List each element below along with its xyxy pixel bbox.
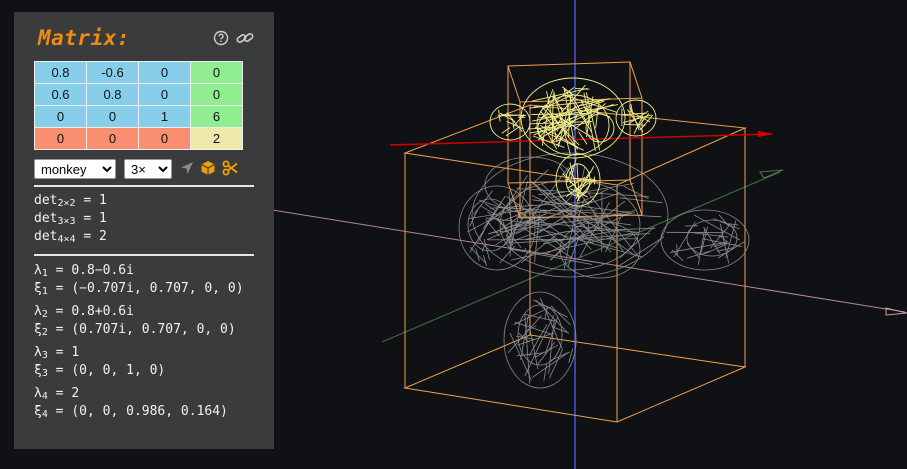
matrix-cell[interactable]: 0 <box>191 62 242 83</box>
mesh-edge <box>543 363 548 381</box>
matrix-cell[interactable]: 2 <box>191 128 242 149</box>
mesh-edge <box>482 255 488 266</box>
matrix-row: 0002 <box>35 128 242 149</box>
mesh-edge <box>516 188 650 197</box>
matrix-row: 0016 <box>35 106 242 127</box>
det-2x2-sub: 2×2 <box>57 198 76 209</box>
eigen-index: 4 <box>41 391 48 402</box>
eigenvector-2: ξ2 = (0.707i, 0.707, 0, 0) <box>34 322 236 338</box>
link-icon[interactable] <box>236 30 254 46</box>
eigen-index: 2 <box>41 327 48 338</box>
det-3x3-sub: 3×3 <box>57 216 76 227</box>
eigenvector-1-value: (−0.707i, 0.707, 0, 0) <box>71 281 244 296</box>
scissors-icon[interactable] <box>222 160 238 176</box>
matrix-cell[interactable]: 1 <box>139 106 190 127</box>
eigenvalue-3: λ3 = 1 <box>34 345 80 361</box>
matrix-cell[interactable]: 0 <box>139 128 190 149</box>
axis-x-arrow <box>758 131 774 137</box>
eigenvalue-4-value: 2 <box>71 386 80 401</box>
mesh-edge <box>568 348 574 363</box>
mesh-edge <box>532 87 588 102</box>
det-3x3: det3×3 = 1 <box>34 211 107 227</box>
help-icon[interactable] <box>213 30 229 46</box>
eigen-index: 1 <box>41 286 48 297</box>
eigenvalue-2: λ2 = 0.8+0.6i <box>34 304 134 320</box>
matrix-panel: Matrix: 0.8 -0.6 0 0 0.6 0.8 0 0 0 0 1 6 0 0 0 2 monkey… <box>14 12 274 449</box>
eigenvector-2-value: (0.707i, 0.707, 0, 0) <box>71 322 236 337</box>
matrix-cell[interactable]: 0.6 <box>35 84 86 105</box>
mesh-edge <box>619 197 663 204</box>
det-4x4-sub: 4×4 <box>57 234 76 245</box>
divider <box>34 254 254 256</box>
divider <box>34 185 254 187</box>
eigen-index: 2 <box>41 309 48 320</box>
mesh-edge <box>718 234 729 243</box>
matrix-cell[interactable]: 0 <box>35 106 86 127</box>
matrix-cell[interactable]: 0.8 <box>35 62 86 83</box>
matrix-table: 0.8 -0.6 0 0 0.6 0.8 0 0 0 0 1 6 0 0 0 2 <box>34 61 243 150</box>
eigenvector-3: ξ3 = (0, 0, 1, 0) <box>34 363 166 379</box>
scale-select[interactable]: 3× <box>124 159 172 179</box>
matrix-cell[interactable]: 0 <box>35 128 86 149</box>
matrix-row: 0.8 -0.6 0 0 <box>35 62 242 83</box>
mesh-edge <box>693 214 741 241</box>
mesh-edge <box>524 247 527 251</box>
matrix-cell[interactable]: 0 <box>87 128 138 149</box>
det-2x2-value: 1 <box>99 193 107 208</box>
axis-z-arrow <box>759 169 784 179</box>
mesh-edge <box>481 245 485 252</box>
eigenvalue-1-value: 0.8−0.6i <box>71 263 134 278</box>
det-4x4: det4×4 = 2 <box>34 229 107 245</box>
matrix-cell[interactable]: -0.6 <box>87 62 138 83</box>
matrix-cell[interactable]: 0.8 <box>87 84 138 105</box>
matrix-cell[interactable]: 0 <box>191 84 242 105</box>
matrix-cell[interactable]: 6 <box>191 106 242 127</box>
matrix-cell[interactable]: 0 <box>87 106 138 127</box>
matrix-row: 0.6 0.8 0 0 <box>35 84 242 105</box>
cube-icon[interactable] <box>200 160 216 176</box>
det-3x3-value: 1 <box>99 211 107 226</box>
det-2x2: det2×2 = 1 <box>34 193 107 209</box>
eigenvalue-2-value: 0.8+0.6i <box>71 304 134 319</box>
eigenvector-1: ξ1 = (−0.707i, 0.707, 0, 0) <box>34 281 244 297</box>
eigenvalue-1: λ1 = 0.8−0.6i <box>34 263 134 279</box>
mesh-edge <box>531 113 562 115</box>
eigen-index: 1 <box>41 268 48 279</box>
mesh-edge <box>619 226 655 259</box>
eigen-index: 3 <box>41 350 48 361</box>
matrix-cell[interactable]: 0 <box>139 84 190 105</box>
mesh-edge <box>676 244 678 256</box>
panel-title: Matrix: <box>38 26 131 50</box>
eigenvalue-3-value: 1 <box>71 345 80 360</box>
det-4x4-value: 2 <box>99 229 107 244</box>
mesh-edge <box>501 127 511 134</box>
mesh-edge <box>499 245 515 264</box>
original-monkey-wireframe <box>458 152 750 389</box>
matrix-cell[interactable]: 0 <box>139 62 190 83</box>
eigenvector-4-value: (0, 0, 0.986, 0.164) <box>71 404 228 419</box>
eigenvector-4: ξ4 = (0, 0, 0.986, 0.164) <box>34 404 228 420</box>
mesh-edge <box>513 305 553 325</box>
mesh-edge <box>477 217 492 243</box>
model-select[interactable]: monkey <box>34 159 116 179</box>
mesh-edge <box>550 182 635 199</box>
eigen-index: 4 <box>41 409 48 420</box>
eigenvector-3-value: (0, 0, 1, 0) <box>71 363 166 378</box>
eigenvalue-4: λ4 = 2 <box>34 386 80 402</box>
mesh-edge <box>475 248 480 261</box>
navigate-icon[interactable] <box>179 160 195 176</box>
eigen-index: 3 <box>41 368 48 379</box>
